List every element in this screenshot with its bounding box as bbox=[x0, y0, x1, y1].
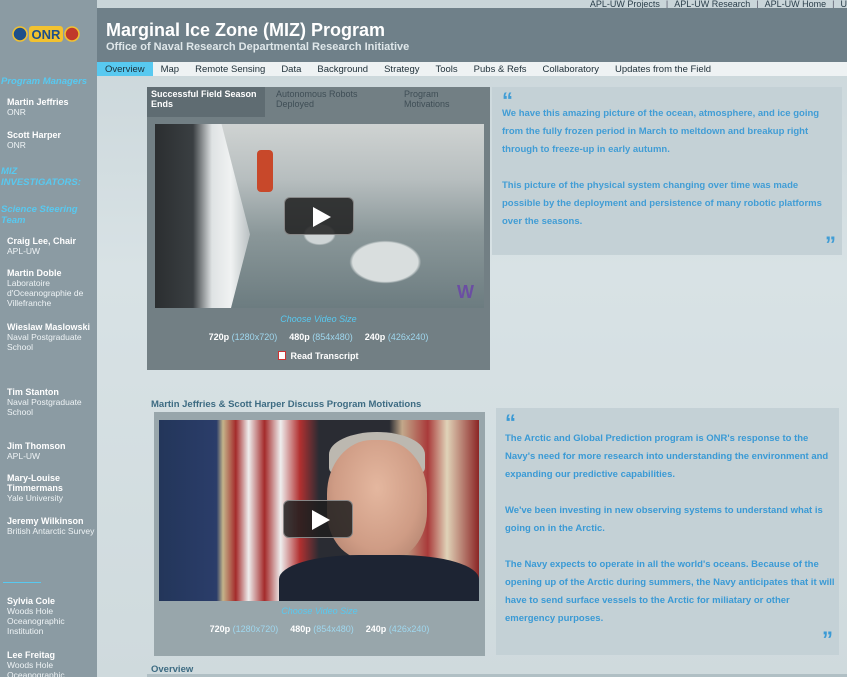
person-org: APL-UW bbox=[7, 246, 41, 256]
top-link-apl-home[interactable]: APL-UW Home bbox=[765, 0, 827, 8]
quote-paragraph: We've been investing in new observing sy… bbox=[505, 505, 823, 534]
person-name: Jeremy Wilkinson bbox=[7, 516, 84, 526]
play-icon[interactable] bbox=[283, 500, 353, 538]
sidebar-person[interactable]: Scott Harper ONR bbox=[7, 130, 95, 150]
nav-overview[interactable]: Overview bbox=[97, 62, 153, 76]
choose-video-size-label: Choose Video Size bbox=[281, 606, 358, 616]
main-nav: Overview Map Remote Sensing Data Backgro… bbox=[97, 62, 847, 76]
choose-video-size-label: Choose Video Size bbox=[280, 314, 357, 324]
person-name: Wieslaw Maslowski bbox=[7, 322, 90, 332]
sidebar-person[interactable]: Jim Thomson APL-UW bbox=[7, 441, 95, 461]
top-link-apl-projects[interactable]: APL-UW Projects bbox=[590, 0, 660, 8]
size-option-720p[interactable]: 720p (1280x720) bbox=[210, 624, 279, 634]
nav-remote-sensing[interactable]: Remote Sensing bbox=[187, 62, 273, 76]
nav-map[interactable]: Map bbox=[153, 62, 187, 76]
size-option-240p[interactable]: 240p (426x240) bbox=[366, 624, 430, 634]
person-org: Woods Hole Oceanographic bbox=[7, 660, 65, 677]
top-link-uw[interactable]: U bbox=[841, 0, 847, 8]
sidebar-divider bbox=[3, 582, 41, 583]
sidebar-person[interactable]: Wieslaw Maslowski Naval Postgraduate Sch… bbox=[7, 322, 95, 352]
size-option-720p[interactable]: 720p (1280x720) bbox=[209, 332, 278, 342]
person-name: Tim Stanton bbox=[7, 387, 59, 397]
play-icon[interactable] bbox=[284, 197, 354, 235]
sidebar-person[interactable]: Mary-Louise Timmermans Yale University bbox=[7, 473, 95, 503]
program-managers-heading: Program Managers bbox=[1, 76, 88, 87]
page-header: Marginal Ice Zone (MIZ) Program Office o… bbox=[97, 8, 847, 62]
quote-paragraph: We have this amazing picture of the ocea… bbox=[502, 108, 820, 155]
section-title-motivations: Martin Jeffries & Scott Harper Discuss P… bbox=[151, 399, 422, 410]
nav-collaboratory[interactable]: Collaboratory bbox=[534, 62, 607, 76]
person-in-survival-suit bbox=[257, 150, 273, 192]
video-player[interactable]: W bbox=[155, 124, 484, 308]
nav-tools[interactable]: Tools bbox=[427, 62, 465, 76]
page-title: Marginal Ice Zone (MIZ) Program bbox=[106, 20, 386, 40]
person-org: ONR bbox=[7, 140, 26, 150]
tab-successful-field-season[interactable]: Successful Field Season Ends bbox=[147, 87, 265, 117]
quote-box-1: “ We have this amazing picture of the oc… bbox=[492, 87, 842, 257]
onr-logo[interactable]: ONR bbox=[12, 18, 82, 50]
video-size-options: 720p (1280x720) 480p (854x480) 240p (426… bbox=[148, 624, 491, 634]
quote-paragraph: This picture of the physical system chan… bbox=[502, 180, 822, 227]
quote-paragraph: The Navy expects to operate in all the w… bbox=[505, 559, 835, 624]
uw-watermark: W bbox=[457, 282, 474, 302]
separator: | bbox=[665, 0, 669, 8]
size-option-480p[interactable]: 480p (854x480) bbox=[290, 624, 354, 634]
nav-background[interactable]: Background bbox=[309, 62, 376, 76]
person-org: ONR bbox=[7, 107, 26, 117]
sidebar-person[interactable]: Martin Doble Laboratoire d'Oceanographie… bbox=[7, 268, 95, 308]
nav-pubs-refs[interactable]: Pubs & Refs bbox=[466, 62, 535, 76]
person-name: Mary-Louise Timmermans bbox=[7, 473, 63, 493]
ship-hull bbox=[155, 124, 250, 308]
person-name: Martin Doble bbox=[7, 268, 62, 278]
quote-box-2: “ The Arctic and Global Prediction progr… bbox=[496, 408, 839, 655]
sidebar-person[interactable]: Craig Lee, Chair APL-UW bbox=[7, 236, 95, 256]
size-option-480p[interactable]: 480p (854x480) bbox=[289, 332, 353, 342]
top-links: APL-UW Projects | APL-UW Research | APL-… bbox=[590, 0, 847, 8]
video-panel-motivations: Choose Video Size 720p (1280x720) 480p (… bbox=[154, 412, 485, 656]
page-subtitle: Office of Naval Research Departmental Re… bbox=[106, 41, 410, 53]
nav-updates[interactable]: Updates from the Field bbox=[607, 62, 719, 76]
nav-strategy[interactable]: Strategy bbox=[376, 62, 427, 76]
sidebar-person[interactable]: Lee Freitag Woods Hole Oceanographic bbox=[7, 650, 95, 677]
person-org: British Antarctic Survey bbox=[7, 526, 95, 536]
quote-paragraph: The Arctic and Global Prediction program… bbox=[505, 433, 829, 480]
person-name: Jim Thomson bbox=[7, 441, 66, 451]
person-name: Scott Harper bbox=[7, 130, 62, 140]
read-transcript-link[interactable]: Read Transcript bbox=[147, 351, 490, 361]
person-org: APL-UW bbox=[7, 451, 41, 461]
separator: | bbox=[832, 0, 835, 8]
steering-team-heading: Science Steering Team bbox=[1, 204, 78, 226]
person-org: Laboratoire d'Oceanographie de Villefran… bbox=[7, 278, 84, 308]
video-size-options: 720p (1280x720) 480p (854x480) 240p (426… bbox=[147, 332, 490, 342]
person-name: Martin Jeffries bbox=[7, 97, 69, 107]
person-org: Woods Hole Oceanographic Institution bbox=[7, 606, 65, 636]
sidebar: ONR Program Managers Martin Jeffries ONR… bbox=[0, 0, 97, 677]
close-quote-icon: ” bbox=[822, 627, 833, 652]
nav-data[interactable]: Data bbox=[273, 62, 309, 76]
person-name: Sylvia Cole bbox=[7, 596, 56, 606]
logo-text: ONR bbox=[32, 27, 62, 42]
sidebar-person[interactable]: Martin Jeffries ONR bbox=[7, 97, 95, 117]
tab-program-motivations[interactable]: Program Motivations bbox=[404, 89, 474, 109]
close-quote-icon: ” bbox=[825, 232, 836, 257]
person-org: Naval Postgraduate School bbox=[7, 332, 82, 352]
size-option-240p[interactable]: 240p (426x240) bbox=[365, 332, 429, 342]
sidebar-person[interactable]: Tim Stanton Naval Postgraduate School bbox=[7, 387, 95, 417]
video-player[interactable] bbox=[159, 420, 479, 601]
person-org: Yale University bbox=[7, 493, 64, 503]
sidebar-person[interactable]: Sylvia Cole Woods Hole Oceanographic Ins… bbox=[7, 596, 95, 636]
pdf-icon bbox=[278, 351, 287, 360]
person-name: Craig Lee, Chair bbox=[7, 236, 77, 246]
tab-autonomous-robots[interactable]: Autonomous Robots Deployed bbox=[276, 89, 376, 109]
person-name: Lee Freitag bbox=[7, 650, 56, 660]
video-panel-field-season: Successful Field Season Ends Autonomous … bbox=[147, 87, 490, 370]
top-link-apl-research[interactable]: APL-UW Research bbox=[674, 0, 750, 8]
speaker-suit bbox=[279, 555, 479, 601]
video-tabs: Successful Field Season Ends Autonomous … bbox=[147, 87, 490, 117]
separator: | bbox=[756, 0, 759, 8]
sidebar-person[interactable]: Jeremy Wilkinson British Antarctic Surve… bbox=[7, 516, 95, 536]
person-org: Naval Postgraduate School bbox=[7, 397, 82, 417]
investigators-heading: MIZ INVESTIGATORS: bbox=[1, 166, 81, 188]
